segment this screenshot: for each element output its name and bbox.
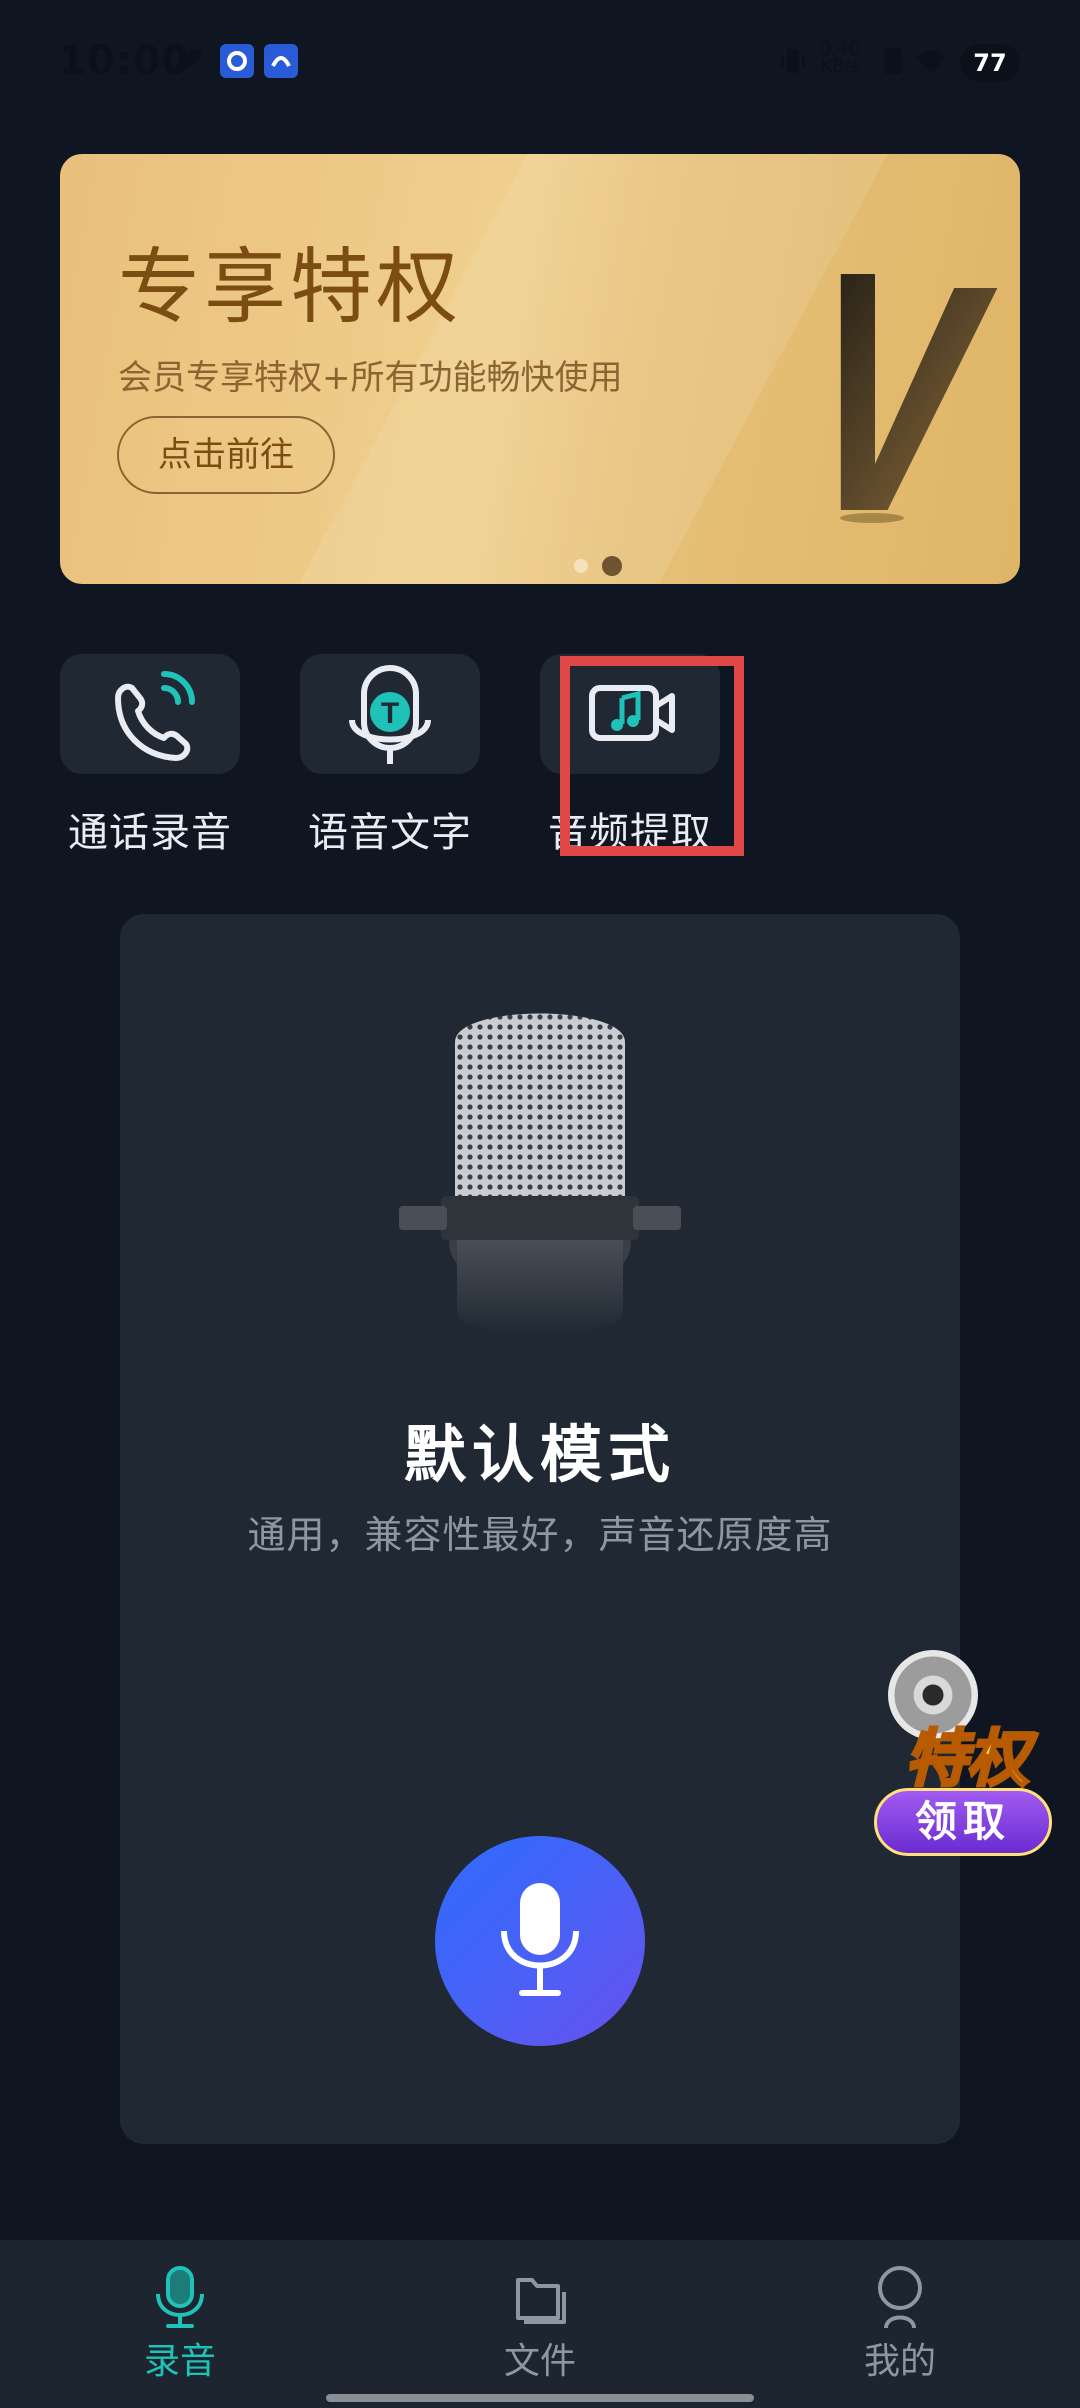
no-sim-icon	[884, 48, 902, 74]
nav-tab-files[interactable]: 文件	[360, 2240, 720, 2408]
studio-microphone-icon	[399, 1013, 681, 1335]
phone-call-icon	[115, 671, 195, 761]
audio-extract-button[interactable]	[540, 654, 720, 774]
call-recording-button[interactable]	[60, 654, 240, 774]
home-indicator[interactable]	[326, 2394, 754, 2402]
nav-tab-profile[interactable]: 我的	[720, 2240, 1080, 2408]
recording-mode-card[interactable]: 默认模式 通用，兼容性最好，声音还原度高	[120, 914, 960, 2144]
page-dot[interactable]	[574, 559, 588, 573]
banner-subtitle: 会员专享特权+所有功能畅快使用	[118, 358, 623, 398]
voice-to-text-icon: T	[349, 665, 431, 764]
nav-tab-record-label: 录音	[143, 2341, 216, 2382]
page-dot-active[interactable]	[602, 556, 622, 576]
folder-icon	[516, 2278, 566, 2324]
privilege-promo-badge[interactable]: 特权 领取	[868, 1650, 1058, 1860]
voice-to-text-button[interactable]: T	[300, 654, 480, 774]
leaf-icon	[176, 50, 202, 70]
promo-title: 特权	[903, 1721, 1030, 1797]
bottom-navigation: 录音 文件 我的	[0, 2240, 1080, 2408]
nav-tab-profile-label: 我的	[863, 2341, 936, 2382]
vibrate-icon	[781, 49, 805, 73]
status-time: 10:00	[58, 38, 191, 84]
start-recording-button[interactable]	[435, 1836, 645, 2046]
svg-text:T: T	[381, 697, 399, 730]
status-bar: 10:00 0.40 KB/s 77	[0, 0, 1080, 128]
battery-indicator: 77	[960, 44, 1020, 82]
app-notification-icon	[220, 44, 254, 78]
banner-go-button[interactable]: 点击前往	[117, 416, 335, 494]
app-notification-icon	[264, 44, 298, 78]
network-speed-unit: KB/s	[820, 56, 860, 77]
microphone-icon	[156, 2266, 204, 2328]
network-speed: 0.40 KB/s	[820, 40, 860, 76]
voice-to-text-label: 语音文字	[308, 810, 472, 856]
microphone-icon	[501, 1883, 579, 1996]
promo-claim-button[interactable]: 领取	[874, 1788, 1052, 1856]
mode-title: 默认模式	[403, 1418, 676, 1491]
vip-promo-banner[interactable]: 专享特权 会员专享特权+所有功能畅快使用 点击前往	[60, 154, 1020, 584]
call-recording-label: 通话录音	[68, 810, 232, 856]
video-music-icon	[589, 685, 675, 741]
audio-extract-label: 音频提取	[548, 810, 712, 856]
mode-description: 通用，兼容性最好，声音还原度高	[247, 1513, 833, 1557]
vip-v-logo-icon	[840, 274, 998, 523]
banner-title: 专享特权	[118, 240, 463, 335]
nav-tab-files-label: 文件	[503, 2341, 576, 2382]
profile-icon	[878, 2266, 922, 2329]
wifi-icon	[916, 50, 946, 74]
nav-tab-record[interactable]: 录音	[0, 2240, 360, 2408]
